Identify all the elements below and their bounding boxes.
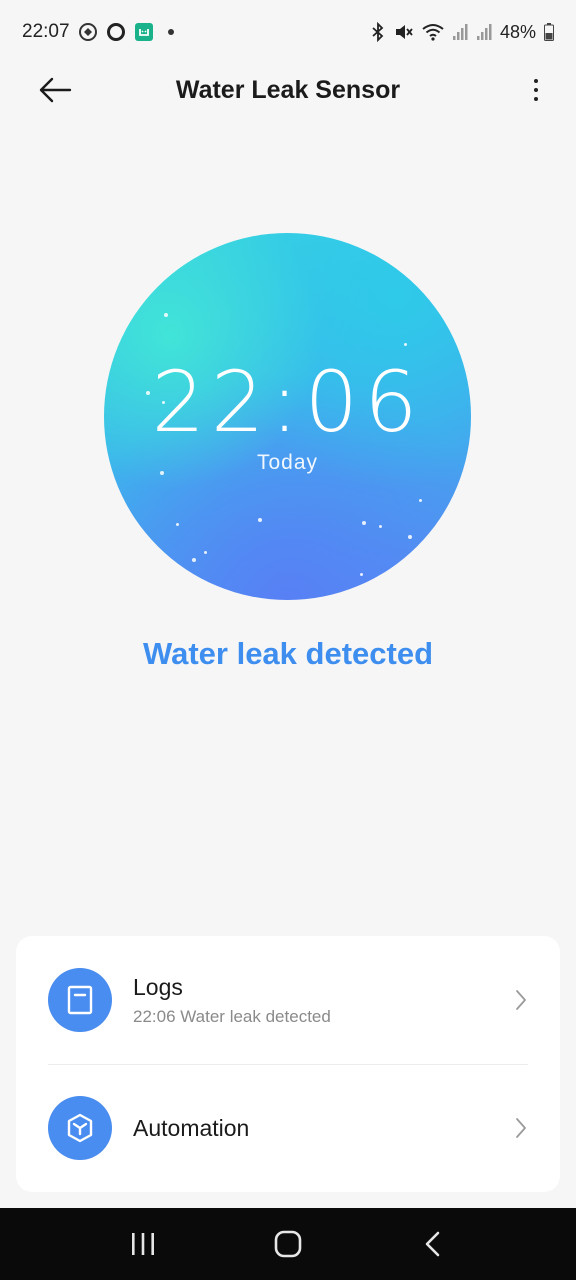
signal-icon-2 xyxy=(476,23,492,41)
logs-row[interactable]: Logs 22:06 Water leak detected xyxy=(16,936,560,1064)
home-button[interactable] xyxy=(258,1214,318,1274)
chevron-right-icon xyxy=(514,989,528,1011)
mute-icon xyxy=(394,22,414,42)
options-card: Logs 22:06 Water leak detected Automatio… xyxy=(16,936,560,1192)
notification-dot-icon xyxy=(167,29,174,35)
event-time: 22:06 xyxy=(151,353,424,451)
battery-percent: 48% xyxy=(499,21,536,42)
sparkle-icon xyxy=(379,525,382,528)
vpn-icon xyxy=(78,22,98,42)
sparkle-icon xyxy=(176,523,179,526)
mi-home-icon xyxy=(134,22,154,42)
logs-title: Logs xyxy=(133,973,183,1000)
sparkle-icon xyxy=(164,313,168,317)
document-icon xyxy=(67,985,93,1015)
cube-icon xyxy=(67,1113,93,1143)
screen: 22:07 48% Water Leak Sensor 22:06 Today … xyxy=(0,0,576,1280)
sparkle-icon xyxy=(192,558,196,562)
status-right: 48% xyxy=(370,22,554,43)
status-left: 22:07 xyxy=(22,21,174,43)
back-nav-button[interactable] xyxy=(403,1214,463,1274)
bluetooth-icon xyxy=(370,22,386,42)
back-button[interactable] xyxy=(38,74,78,106)
sensor-status: Water leak detected xyxy=(142,636,434,671)
sparkle-icon xyxy=(360,573,363,576)
battery-icon xyxy=(544,23,554,41)
automation-title: Automation xyxy=(133,1114,250,1141)
sparkle-icon xyxy=(419,499,422,502)
ring-icon xyxy=(106,22,126,42)
automation-row[interactable]: Automation xyxy=(16,1064,560,1192)
event-time-circle: 22:06 Today xyxy=(104,233,471,600)
chevron-left-icon xyxy=(426,1231,440,1257)
signal-icon xyxy=(452,23,468,41)
status-bar: 22:07 48% xyxy=(0,0,576,64)
more-options-button[interactable] xyxy=(526,72,546,108)
logs-icon-circle xyxy=(48,968,112,1032)
sparkle-icon xyxy=(404,343,407,346)
chevron-right-icon xyxy=(514,1117,528,1139)
recent-apps-button[interactable] xyxy=(113,1214,173,1274)
recent-apps-icon xyxy=(131,1233,154,1255)
more-dot-icon xyxy=(534,88,538,92)
logs-text: Logs 22:06 Water leak detected xyxy=(133,974,331,1027)
sparkle-icon xyxy=(204,551,207,554)
wifi-icon xyxy=(422,23,444,41)
more-dot-icon xyxy=(534,97,538,101)
arrow-left-icon xyxy=(39,77,72,103)
sparkle-icon xyxy=(258,518,262,522)
automation-text: Automation xyxy=(133,1115,249,1142)
page-title: Water Leak Sensor xyxy=(175,75,401,104)
more-dot-icon xyxy=(534,79,538,83)
automation-icon-circle xyxy=(48,1096,112,1160)
event-day: Today xyxy=(256,451,319,474)
status-time: 22:07 xyxy=(22,21,70,42)
sparkle-icon xyxy=(362,521,366,525)
logs-subtitle: 22:06 Water leak detected xyxy=(133,1006,331,1026)
home-icon xyxy=(274,1230,302,1258)
sparkle-icon xyxy=(408,535,412,539)
system-nav-bar xyxy=(0,1208,576,1280)
header: Water Leak Sensor xyxy=(0,60,576,120)
